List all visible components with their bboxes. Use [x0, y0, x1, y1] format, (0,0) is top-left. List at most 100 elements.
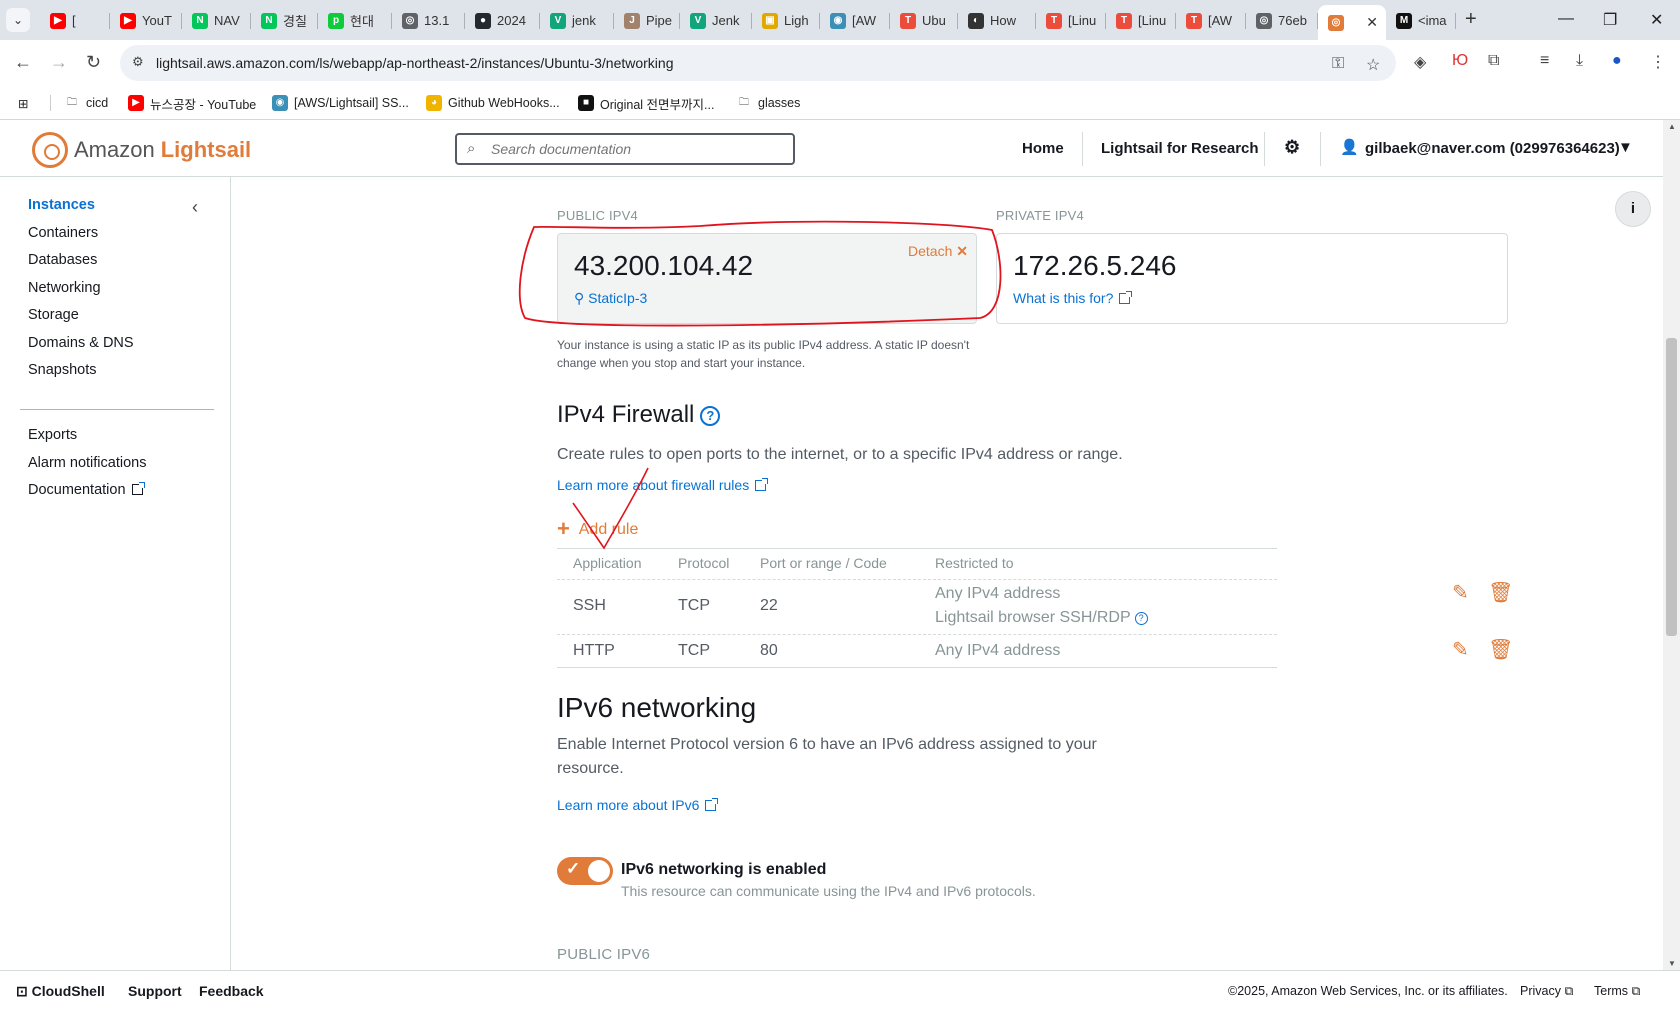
browser-tab[interactable]: ▣ Ligh — [752, 5, 820, 36]
lightsail-logo[interactable]: Amazon Lightsail — [32, 132, 251, 168]
nav-home[interactable]: Home — [1022, 140, 1064, 157]
vue-icon: V — [550, 12, 566, 29]
detach-button[interactable]: Detach ✕ — [908, 243, 968, 260]
close-icon: ✕ — [956, 243, 968, 259]
browser-tab[interactable]: ● 2024 — [465, 5, 540, 36]
tab-label: [Linu — [1068, 13, 1097, 28]
sidebar-item-instances[interactable]: Instances — [28, 197, 95, 213]
media-control-icon[interactable]: ≡ — [1540, 52, 1549, 70]
bookmark-item[interactable]: ▶ 뉴스공장 - YouTube — [128, 92, 256, 114]
account-menu[interactable]: gilbaek@naver.com (029976364623) — [1365, 140, 1620, 157]
browser-tab[interactable]: Vjenk — [540, 5, 614, 36]
bookmark-item[interactable]: 🗀 cicd — [64, 92, 108, 114]
browser-tab[interactable]: M <ima — [1386, 5, 1456, 36]
close-window-icon[interactable]: ✕ — [1650, 10, 1663, 30]
browser-tab[interactable]: ▶[ — [40, 5, 110, 36]
address-url[interactable]: lightsail.aws.amazon.com/ls/webapp/ap-no… — [156, 55, 674, 71]
browser-tab[interactable]: ◉ [AW — [820, 5, 890, 36]
site-info-icon[interactable]: ⚙ — [132, 54, 144, 70]
sidebar-item-storage[interactable]: Storage — [28, 307, 79, 323]
forward-arrow-icon[interactable]: → — [50, 52, 68, 73]
reload-icon[interactable]: ↻ — [86, 52, 101, 73]
bookmark-item[interactable]: ◉ [AWS/Lightsail] SS... — [272, 92, 409, 114]
new-tab-plus-icon[interactable]: + — [1465, 9, 1477, 29]
extension-yu-icon[interactable]: Ю — [1452, 52, 1468, 70]
page-scrollbar[interactable]: ▲ ▼ — [1663, 120, 1680, 970]
nav-lightsail-research[interactable]: Lightsail for Research — [1101, 140, 1259, 157]
browser-tab-strip: ⌄ ▶[▶ YouT N NAV N 경칠 p 현대 ◎ 13.1 ● 2024 Vjenk J Pipe V… — [0, 0, 1680, 40]
delete-trash-icon[interactable]: 🗑 — [1488, 580, 1513, 605]
browser-tab[interactable]: ◎ 13.1 — [392, 5, 465, 36]
feedback-link[interactable]: Feedback — [199, 983, 264, 999]
edit-icon[interactable]: ✎ — [1452, 637, 1469, 662]
ipv6-learn-more-link[interactable]: Learn more about IPv6 — [557, 797, 719, 813]
static-ip-link[interactable]: ⚲ StaticIp-3 — [574, 290, 647, 307]
bookmark-item[interactable]: 🗀 glasses — [736, 92, 800, 114]
browser-tab[interactable]: ▶ YouT — [110, 5, 182, 36]
browser-tab[interactable]: N NAV — [182, 5, 251, 36]
search-input[interactable] — [491, 139, 781, 159]
ipv6-toggle[interactable]: ✓ — [557, 857, 613, 885]
rule-app: HTTP — [573, 642, 615, 659]
extension-vpn-icon[interactable]: ◈ — [1414, 52, 1426, 72]
bookmark-item[interactable]: ■ Original 전면부까지... — [578, 92, 714, 114]
folder-icon: 🗀 — [67, 97, 77, 108]
browser-tab[interactable]: T [Linu — [1106, 5, 1176, 36]
browser-tab[interactable]: T Ubu — [890, 5, 958, 36]
privacy-link[interactable]: Privacy ⧉ — [1520, 984, 1573, 999]
profile-avatar-icon[interactable]: ● — [1612, 52, 1622, 70]
extensions-puzzle-icon[interactable]: ⧉ — [1488, 52, 1499, 70]
terms-link[interactable]: Terms ⧉ — [1594, 984, 1640, 999]
apps-grid-icon[interactable]: ⊞ — [18, 92, 28, 114]
sidebar-item-databases[interactable]: Databases — [28, 252, 97, 268]
help-icon[interactable]: ? — [1134, 612, 1148, 625]
restore-icon[interactable]: ❐ — [1603, 10, 1617, 30]
back-arrow-icon[interactable]: ← — [14, 52, 32, 73]
sidebar-item-documentation[interactable]: Documentation — [28, 482, 145, 498]
browser-tab[interactable]: J Pipe — [614, 5, 680, 36]
tab-label: [Linu — [1138, 13, 1167, 28]
sidebar-item-networking[interactable]: Networking — [28, 280, 101, 296]
tab-label: jenk — [572, 13, 596, 28]
browser-tab[interactable]: p 현대 — [318, 5, 392, 36]
support-link[interactable]: Support — [128, 983, 182, 999]
sidebar-item-snapshots[interactable]: Snapshots — [28, 362, 97, 378]
help-icon[interactable]: ? — [700, 406, 721, 426]
downloads-icon[interactable]: ⤓ — [1576, 52, 1583, 70]
browser-tab[interactable]: ◐ How — [958, 5, 1036, 36]
browser-tab[interactable]: N 경칠 — [251, 5, 318, 36]
browser-tab[interactable]: T [AW — [1176, 5, 1246, 36]
sidebar-item-exports[interactable]: Exports — [28, 427, 77, 443]
globe-icon: ◎ — [1256, 12, 1272, 29]
collapse-nav-chevron-icon[interactable]: ‹ — [192, 197, 198, 218]
ipv6-toggle-label: IPv6 networking is enabled — [621, 861, 827, 878]
public-ipv4-card: 43.200.104.42 Detach ✕ ⚲ StaticIp-3 — [557, 233, 977, 324]
minimize-icon[interactable]: — — [1558, 10, 1574, 28]
sidebar-item-alarm-notifications[interactable]: Alarm notifications — [28, 455, 146, 471]
bookmark-star-icon[interactable]: ☆ — [1366, 55, 1380, 75]
medium-m-icon: M — [1396, 12, 1412, 29]
browser-tab[interactable]: ◎ ✕ — [1318, 5, 1386, 40]
tab-search-chevron-icon[interactable]: ⌄ — [6, 8, 30, 32]
browser-tab[interactable]: ◎ 76eb — [1246, 5, 1318, 36]
sidebar-item-containers[interactable]: Containers — [28, 225, 98, 241]
password-key-icon[interactable]: ⚿ — [1332, 55, 1344, 73]
what-is-this-link[interactable]: What is this for? — [1013, 290, 1133, 306]
edit-icon[interactable]: ✎ — [1452, 580, 1469, 605]
close-tab-icon[interactable]: ✕ — [1366, 14, 1378, 31]
delete-trash-icon[interactable]: 🗑 — [1488, 637, 1513, 662]
sidebar-item-domains-dns[interactable]: Domains & DNS — [28, 335, 134, 351]
bookmark-item[interactable]: ◕ Github WebHooks... — [426, 92, 560, 114]
search-documentation[interactable]: ⌕ — [455, 133, 795, 165]
browser-tab[interactable]: T [Linu — [1036, 5, 1106, 36]
firewall-learn-more-link[interactable]: Learn more about firewall rules — [557, 477, 769, 493]
scrollbar-thumb[interactable] — [1666, 338, 1677, 636]
address-bar[interactable]: ⚙ lightsail.aws.amazon.com/ls/webapp/ap-… — [120, 45, 1396, 81]
account-caret-icon[interactable]: ▼ — [1618, 139, 1633, 156]
add-rule-button[interactable]: + Add rule — [557, 516, 638, 542]
github-icon: ● — [475, 12, 491, 29]
browser-tab[interactable]: V Jenk — [680, 5, 752, 36]
cloudshell-button[interactable]: ⊡ CloudShell — [16, 983, 105, 1000]
settings-gear-icon[interactable]: ⚙ — [1284, 137, 1300, 158]
browser-menu-icon[interactable]: ⋮ — [1650, 52, 1666, 72]
